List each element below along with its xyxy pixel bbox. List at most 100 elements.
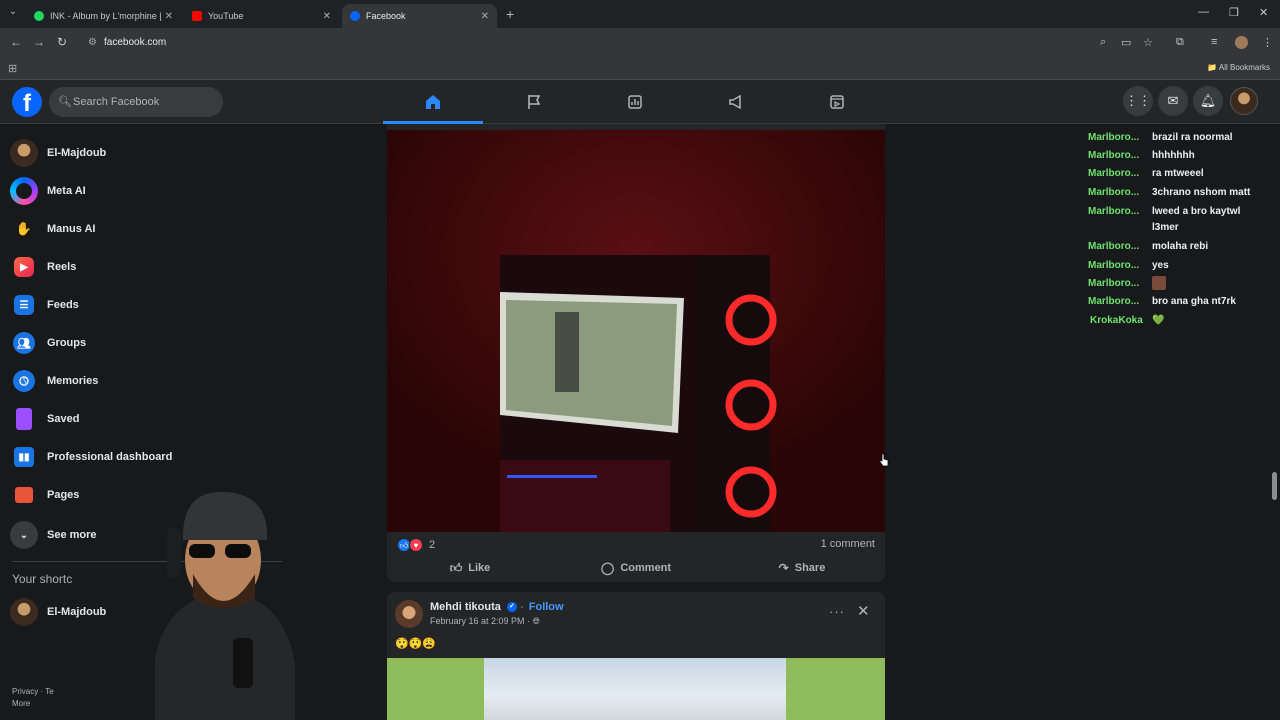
forward-icon[interactable]: →	[33, 35, 45, 49]
follow-button[interactable]: Follow	[529, 601, 564, 613]
bookmark-star-icon[interactable]: ☆	[1143, 36, 1153, 49]
window-close-icon[interactable]: ✕	[1259, 6, 1268, 19]
post-text: 😲😲😩	[395, 638, 437, 650]
post-image[interactable]	[387, 658, 885, 720]
chat-text: lweed a bro kaytwl l3mer	[1152, 206, 1241, 233]
all-bookmarks-label: All Bookmarks	[1218, 63, 1270, 72]
cast-icon[interactable]: ▭	[1121, 36, 1131, 49]
chat-username: Marlboro...	[1088, 168, 1140, 179]
reload-icon[interactable]: ↻	[57, 35, 67, 49]
sidebar-item-profile[interactable]: El-Majdoub	[10, 135, 106, 171]
post-author[interactable]: Mehdi tikouta	[430, 601, 501, 613]
sidebar-item-manus-ai[interactable]: ✋ Manus AI	[10, 211, 96, 247]
reaction-count: 2	[429, 539, 436, 551]
post-video[interactable]	[387, 130, 885, 532]
search-icon: 🔍︎	[58, 96, 72, 108]
facebook-logo[interactable]: f	[12, 87, 42, 117]
tab-ads[interactable]	[686, 80, 786, 124]
chat-text: hhhhhhh	[1152, 150, 1195, 161]
tab-spotify[interactable]: INK - Album by L'morphine | Sp ✕	[26, 4, 181, 28]
chat-username: KrokaKoka	[1090, 315, 1143, 326]
search-input[interactable]: 🔍︎ Search Facebook	[49, 87, 223, 117]
more-options-icon[interactable]: ···	[829, 604, 845, 619]
tab-pages[interactable]	[484, 80, 584, 124]
sidebar-item-memories[interactable]: 🕓︎ Memories	[10, 363, 98, 399]
site-info-icon[interactable]: ⚙	[88, 32, 97, 54]
comment-button[interactable]: ◯ Comment	[553, 556, 719, 580]
close-icon[interactable]: ✕	[857, 602, 870, 620]
tab-dashboard[interactable]	[585, 80, 685, 124]
grid-icon: ⋮⋮	[1125, 93, 1151, 108]
sidebar-item-groups[interactable]: 👥︎ Groups	[10, 325, 86, 361]
megaphone-icon	[729, 94, 741, 110]
search-placeholder: Search Facebook	[73, 96, 160, 108]
like-button[interactable]: 👍︎ Like	[387, 556, 553, 580]
minimize-icon[interactable]: —	[1198, 6, 1209, 18]
sidebar-item-label: El-Majdoub	[47, 147, 107, 159]
profile-avatar[interactable]	[1235, 36, 1248, 49]
chat-username: Marlboro...	[1088, 206, 1140, 217]
close-icon[interactable]: ✕	[323, 11, 331, 22]
feeds-icon: ☰	[14, 295, 34, 315]
zoom-icon[interactable]: ⌕	[1100, 36, 1106, 49]
shortcuts-heading: Your shortc	[12, 572, 73, 586]
tab-video[interactable]	[787, 80, 887, 124]
sidebar-item-pages[interactable]: Pages	[10, 477, 79, 513]
home-icon	[426, 94, 440, 109]
all-bookmarks[interactable]: 📁 All Bookmarks	[1207, 63, 1270, 72]
sidebar-item-saved[interactable]: Saved	[10, 401, 79, 437]
restore-icon[interactable]: ❐	[1229, 6, 1239, 19]
tab-facebook[interactable]: Facebook ✕	[342, 4, 497, 28]
share-button[interactable]: ↷ Share	[719, 556, 885, 580]
love-reaction-icon: ♥	[409, 538, 423, 552]
sidebar-item-label: Memories	[47, 375, 99, 387]
footer-links: Privacy · Te More	[12, 686, 54, 710]
bookmark-icon	[16, 408, 32, 430]
back-icon[interactable]: ←	[10, 35, 22, 49]
account-avatar[interactable]	[1230, 87, 1258, 115]
sidebar-item-label: Manus AI	[47, 223, 96, 235]
sidebar-item-meta-ai[interactable]: Meta AI	[10, 173, 86, 209]
manus-ai-icon: ✋	[15, 221, 33, 236]
scrollbar-thumb[interactable]	[1272, 472, 1277, 500]
close-icon[interactable]: ✕	[481, 11, 489, 22]
notifications-button[interactable]: 🔔︎	[1193, 86, 1223, 116]
video-frame	[387, 130, 885, 532]
footer-more-link[interactable]: More	[12, 698, 54, 710]
comment-icon: ◯	[600, 561, 615, 575]
extensions-icon[interactable]: ⧉	[1176, 36, 1184, 49]
comments-count[interactable]: 1 comment	[821, 538, 875, 550]
sidebar-item-professional-dashboard[interactable]: ▮▮ Professional dashboard	[10, 439, 172, 475]
video-icon	[830, 95, 844, 109]
chat-text: brazil ra noormal	[1152, 132, 1233, 143]
chat-username: Marlboro...	[1088, 278, 1140, 289]
sidebar-item-reels[interactable]: ▶ Reels	[10, 249, 76, 285]
footer-privacy-link[interactable]: Privacy · Te	[12, 686, 54, 698]
chat-username: Marlboro...	[1088, 260, 1140, 271]
groups-icon: 👥︎	[13, 332, 35, 354]
menu-icon[interactable]: ⋮	[1262, 36, 1273, 49]
sidebar-item-feeds[interactable]: ☰ Feeds	[10, 287, 79, 323]
chat-sticker	[1152, 276, 1264, 292]
messenger-button[interactable]: ✉	[1158, 86, 1188, 116]
apps-grid-icon[interactable]: ⊞	[8, 62, 17, 75]
tab-search-icon[interactable]: ⌄	[6, 6, 20, 22]
address-bar[interactable]: ⚙ facebook.com	[80, 32, 1165, 54]
post-timestamp[interactable]: February 16 at 2:09 PM ·	[430, 616, 530, 626]
chat-text: 💚	[1152, 315, 1165, 326]
close-icon[interactable]: ✕	[165, 11, 173, 22]
feed-post: 👍︎ ♥ 2 1 comment 👍︎ Like ◯ Comment ↷ Share	[387, 124, 885, 582]
new-tab-button[interactable]: +	[506, 6, 520, 22]
sidebar-item-label: Groups	[47, 337, 87, 349]
reactions-summary[interactable]: 👍︎ ♥ 2	[397, 538, 435, 552]
facebook-icon	[350, 11, 360, 21]
see-more-button[interactable]: ⌄ See more	[10, 517, 97, 553]
avatar[interactable]	[395, 600, 423, 628]
globe-icon: 🌐︎	[532, 616, 540, 626]
tab-home[interactable]	[383, 80, 483, 124]
chat-text: molaha rebi	[1152, 241, 1209, 252]
shortcut-item-profile[interactable]: El-Majdoub	[10, 594, 106, 630]
tab-youtube[interactable]: YouTube ✕	[184, 4, 339, 28]
media-icon[interactable]: ≡	[1211, 36, 1217, 48]
menu-grid-button[interactable]: ⋮⋮	[1123, 86, 1153, 116]
